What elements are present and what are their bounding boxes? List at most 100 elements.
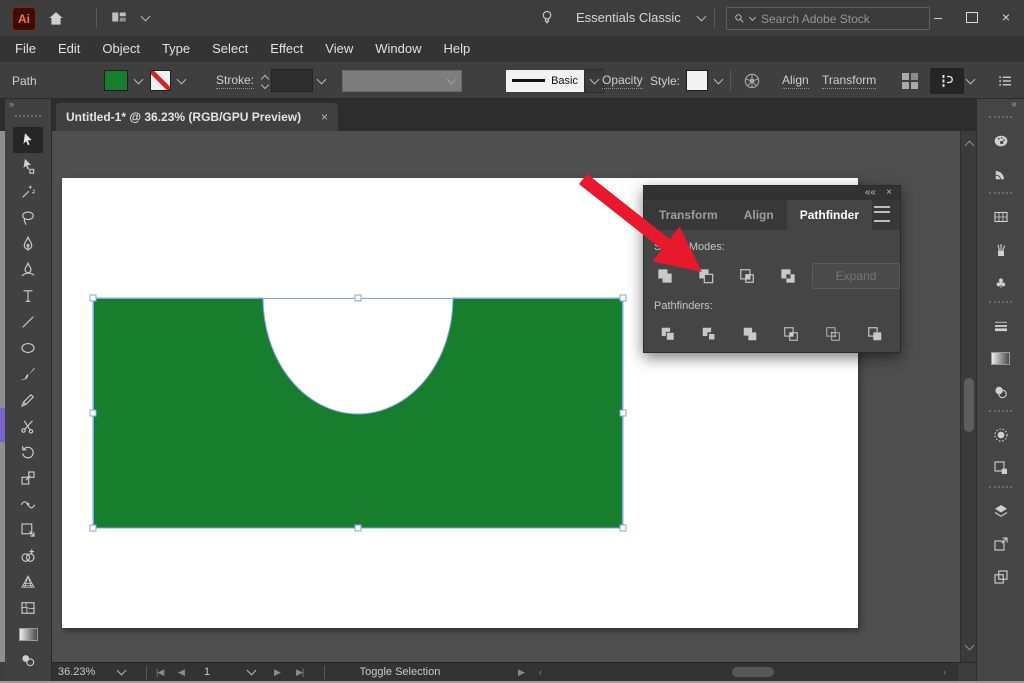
curvature-tool[interactable] — [13, 257, 43, 283]
transform-panel-link[interactable]: Transform — [822, 73, 876, 89]
panel-group-drag-handle[interactable] — [989, 192, 1012, 198]
vertical-scrollbar[interactable] — [960, 131, 976, 662]
pathfinder-panel-header[interactable]: «« × — [644, 186, 900, 200]
brush-definition-dropdown[interactable]: Basic — [506, 70, 584, 92]
panel-cycle-button[interactable] — [930, 68, 964, 94]
stroke-weight-input[interactable] — [271, 69, 313, 92]
arrange-documents-chevron-icon[interactable] — [141, 12, 151, 22]
document-tab-close-icon[interactable]: × — [321, 110, 328, 124]
gradient-panel-icon[interactable] — [977, 342, 1024, 375]
workspace-switcher[interactable]: Essentials Classic — [576, 10, 681, 25]
recolor-artwork-icon[interactable] — [742, 62, 762, 99]
asset-export-panel-icon[interactable] — [977, 560, 1024, 593]
style-swatch[interactable] — [686, 70, 708, 91]
home-icon[interactable] — [46, 8, 66, 28]
type-tool[interactable] — [13, 283, 43, 309]
stroke-weight-chevron-icon[interactable] — [313, 70, 329, 91]
toolbar-collapse-icon[interactable]: » — [5, 99, 51, 113]
align-panel-link[interactable]: Align — [782, 73, 809, 89]
artboard-chevron-icon[interactable] — [248, 663, 255, 681]
selection-handle[interactable] — [90, 295, 96, 301]
arrange-documents-icon[interactable] — [110, 8, 128, 26]
swatches-panel-icon[interactable] — [977, 200, 1024, 233]
selection-handle[interactable] — [355, 295, 361, 301]
hscroll-right-icon[interactable]: › — [943, 663, 945, 681]
artwork-shape[interactable] — [93, 298, 623, 528]
intersect-button[interactable] — [734, 263, 760, 289]
panel-tab-pathfinder[interactable]: Pathfinder — [787, 200, 872, 230]
close-button[interactable]: × — [992, 6, 1020, 28]
transparency-panel-icon[interactable] — [977, 375, 1024, 408]
blend-tool[interactable] — [13, 647, 43, 673]
selection-handle[interactable] — [620, 410, 626, 416]
hscroll-left-icon[interactable]: ‹ — [539, 663, 541, 681]
panel-group-drag-handle[interactable] — [989, 301, 1012, 307]
merge-button[interactable] — [737, 321, 763, 347]
first-artboard-button[interactable]: |◀ — [156, 663, 163, 681]
vertical-scrollbar-thumb[interactable] — [964, 378, 974, 432]
menu-effect[interactable]: Effect — [259, 36, 314, 62]
ellipse-tool[interactable] — [13, 335, 43, 361]
artboards-panel-icon[interactable] — [977, 527, 1024, 560]
expand-button[interactable]: Expand — [812, 263, 900, 289]
maximize-button[interactable] — [958, 6, 986, 28]
panel-group-drag-handle[interactable] — [989, 116, 1012, 122]
minimize-button[interactable]: – — [924, 6, 952, 28]
selection-tool[interactable] — [13, 127, 43, 153]
last-artboard-button[interactable]: ▶| — [296, 663, 303, 681]
style-chevron-icon[interactable] — [710, 70, 726, 91]
panel-list-icon[interactable] — [996, 62, 1014, 99]
artboard-number[interactable]: 1 — [204, 663, 210, 681]
paintbrush-tool[interactable] — [13, 361, 43, 387]
layers-panel-icon[interactable] — [977, 494, 1024, 527]
line-segment-tool[interactable] — [13, 309, 43, 335]
scale-tool[interactable] — [13, 465, 43, 491]
panel-close-icon[interactable]: × — [886, 186, 892, 200]
fill-color-swatch[interactable] — [104, 70, 128, 91]
stroke-panel-link[interactable]: Stroke: — [216, 73, 254, 89]
graphic-styles-panel-icon[interactable] — [977, 451, 1024, 484]
lightbulb-icon[interactable] — [538, 8, 556, 26]
crop-button[interactable] — [778, 321, 804, 347]
minus-front-button[interactable] — [693, 263, 719, 289]
selection-handle[interactable] — [90, 525, 96, 531]
stroke-weight-stepper[interactable] — [258, 70, 271, 92]
lasso-tool[interactable] — [13, 205, 43, 231]
toolbar-drag-handle[interactable] — [15, 115, 41, 121]
outline-button[interactable] — [820, 321, 846, 347]
panel-cycle-chevron-icon[interactable] — [966, 74, 976, 84]
width-tool[interactable] — [13, 491, 43, 517]
free-transform-tool[interactable] — [13, 517, 43, 543]
next-artboard-button[interactable]: ▶ — [274, 663, 280, 681]
status-expand-icon[interactable]: ▶ — [518, 663, 524, 681]
fill-chevron-icon[interactable] — [130, 70, 146, 91]
panel-group-drag-handle[interactable] — [989, 410, 1012, 416]
adobe-stock-search[interactable] — [726, 7, 930, 30]
search-input[interactable] — [759, 11, 893, 27]
rotate-tool[interactable] — [13, 439, 43, 465]
menu-object[interactable]: Object — [91, 36, 151, 62]
menu-file[interactable]: File — [4, 36, 47, 62]
panel-group-drag-handle[interactable] — [989, 486, 1012, 492]
stroke-chevron-icon[interactable] — [173, 70, 189, 91]
menu-type[interactable]: Type — [151, 36, 201, 62]
selection-handle[interactable] — [90, 410, 96, 416]
workspace-grid-icon[interactable] — [902, 73, 918, 89]
stroke-color-swatch-none[interactable] — [150, 70, 171, 91]
status-display[interactable]: Toggle Selection — [308, 663, 492, 681]
magic-wand-tool[interactable] — [13, 179, 43, 205]
gradient-tool[interactable] — [13, 621, 43, 647]
zoom-chevron-icon[interactable] — [118, 663, 125, 681]
divide-button[interactable] — [655, 321, 681, 347]
menu-window[interactable]: Window — [364, 36, 432, 62]
mesh-tool[interactable] — [13, 595, 43, 621]
selection-handle[interactable] — [620, 525, 626, 531]
search-chevron-icon[interactable] — [749, 13, 756, 20]
pencil-tool[interactable] — [13, 387, 43, 413]
scissors-tool[interactable] — [13, 413, 43, 439]
selection-handle[interactable] — [355, 525, 361, 531]
workspace-chevron-icon[interactable] — [697, 12, 707, 22]
exclude-button[interactable] — [775, 263, 801, 289]
unite-button[interactable] — [652, 263, 678, 289]
stroke-panel-icon[interactable] — [977, 309, 1024, 342]
